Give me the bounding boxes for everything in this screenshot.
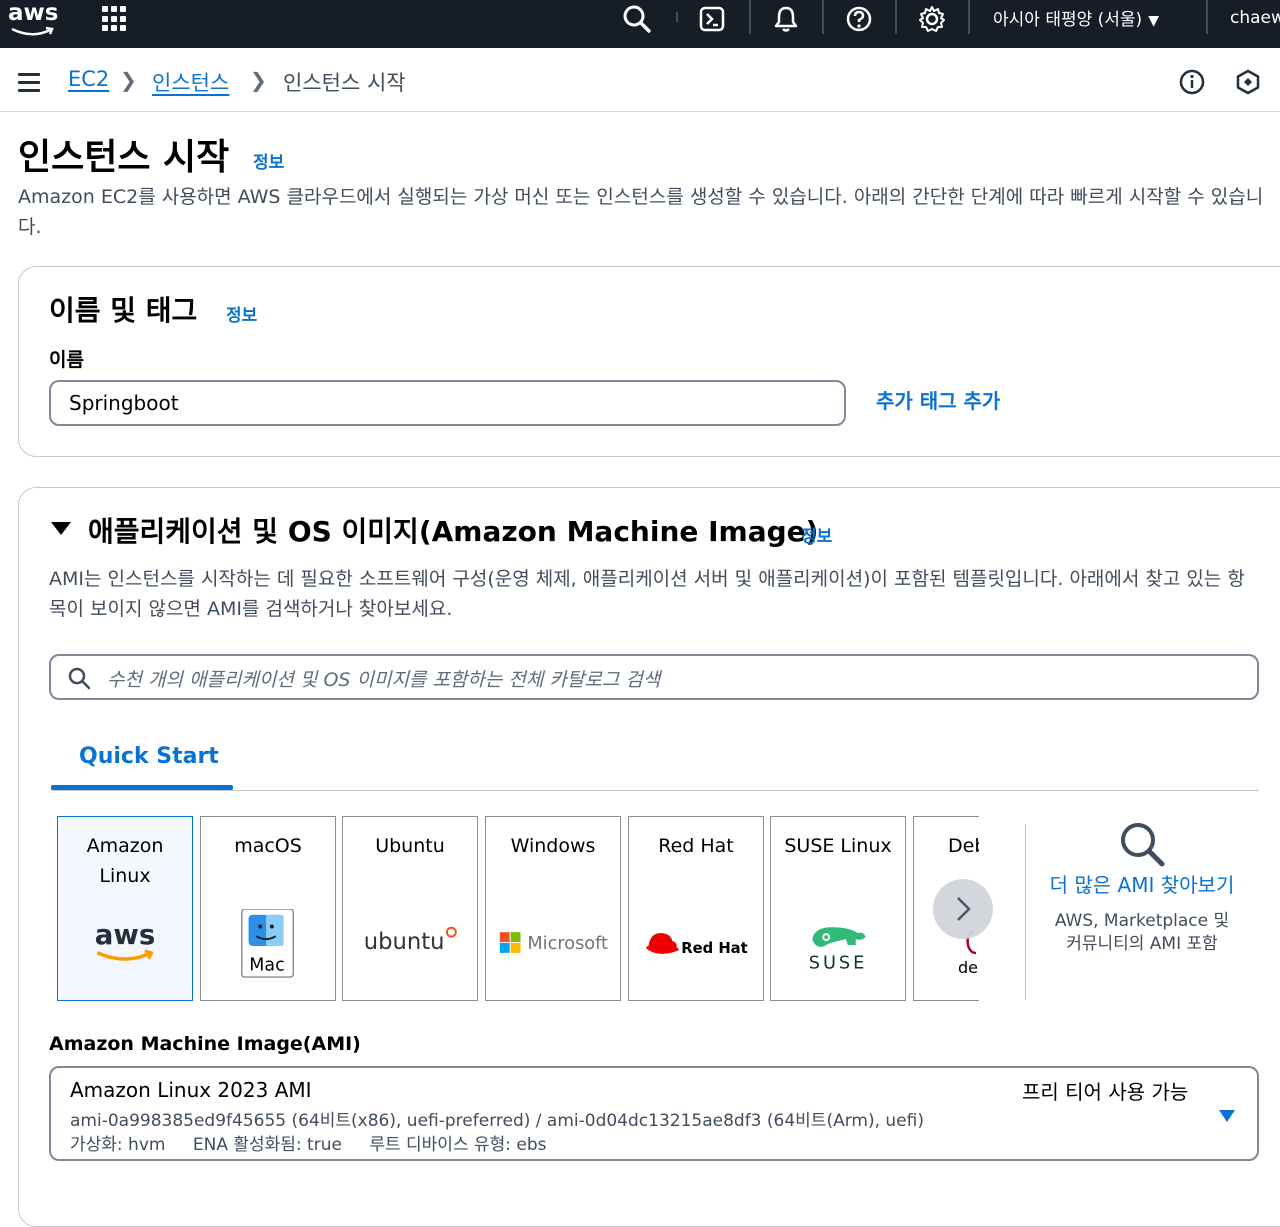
page-info-link[interactable]: 정보 [253, 148, 284, 173]
cloudshell-icon[interactable] [697, 4, 727, 34]
scroll-right-button[interactable] [933, 879, 993, 939]
chevron-right-icon [957, 897, 971, 921]
top-navigation-bar: aws 아시아 태평양 (서울) ▼ chaew [0, 0, 1280, 48]
ami-section-title: 애플리케이션 및 OS 이미지(Amazon Machine Image) [88, 515, 819, 548]
red-hat-logo-icon: Red Hat [645, 933, 748, 957]
apps-grid-icon[interactable] [102, 6, 128, 32]
name-tags-info-link[interactable]: 정보 [226, 301, 257, 326]
ami-root-device: 루트 디바이스 유형: ebs [369, 1135, 547, 1155]
breadcrumb-current: 인스턴스 시작 [283, 71, 406, 95]
tile-label: SUSE Linux [784, 835, 892, 857]
ami-tile-red-hat[interactable]: Red Hat Red Hat [628, 816, 764, 1001]
divider [1025, 824, 1026, 1000]
name-input-value: Springboot [69, 391, 179, 415]
ami-search-input[interactable]: 수천 개의 애플리케이션 및 OS 이미지를 포함하는 전체 카탈로그 검색 [49, 654, 1259, 700]
browse-more-amis-subtext: AWS, Marketplace 및 커뮤니티의 AMI 포함 [1054, 911, 1230, 954]
ami-tile-ubuntu[interactable]: Ubuntu ubuntu [342, 816, 478, 1001]
divider [895, 0, 897, 34]
tile-logo-text: aws [95, 918, 156, 951]
name-tags-title: 이름 및 태그 [49, 294, 198, 327]
tile-label: Ubuntu [375, 835, 445, 857]
ami-ena: ENA 활성화됨: true [192, 1135, 342, 1155]
search-icon[interactable] [622, 4, 652, 34]
tile-label: Deb [948, 835, 979, 857]
mac-finder-icon: Mac [241, 909, 295, 978]
caret-down-icon [1219, 1110, 1235, 1122]
tile-logo-text: deb [958, 958, 979, 977]
add-additional-tags-button[interactable]: 추가 태그 추가 [876, 385, 1000, 414]
ami-tile-macos[interactable]: macOS Mac [200, 816, 336, 1001]
help-icon[interactable] [844, 4, 874, 34]
tile-logo-text: SUSE [809, 954, 867, 974]
menu-icon[interactable] [18, 73, 40, 92]
name-and-tags-panel: 이름 및 태그 정보 이름 Springboot 추가 태그 추가 [18, 266, 1280, 457]
breadcrumb-instances[interactable]: 인스턴스 [152, 67, 229, 97]
tile-logo-text: ubuntu [364, 929, 445, 955]
ami-metadata: 가상화: hvm ENA 활성화됨: true 루트 디바이스 유형: ebs [70, 1130, 569, 1155]
search-placeholder: 수천 개의 애플리케이션 및 OS 이미지를 포함하는 전체 카탈로그 검색 [107, 669, 661, 691]
tile-logo-text: Microsoft [527, 934, 608, 954]
divider [822, 0, 824, 34]
tile-label: Amazon Linux [86, 835, 164, 887]
tile-logo-text: Mac [249, 955, 284, 975]
name-input[interactable]: Springboot [49, 380, 846, 426]
ami-field-label: Amazon Machine Image(AMI) [49, 1033, 361, 1055]
breadcrumb-bar: EC2 ❯ 인스턴스 ❯ 인스턴스 시작 [0, 49, 1280, 112]
ami-ids: ami-0a998385ed9f45655 (64비트(x86), uefi-p… [70, 1111, 924, 1131]
tile-label: Red Hat [658, 835, 734, 857]
aws-logo-text: aws [8, 0, 59, 26]
ami-tile-windows[interactable]: Windows Microsoft [485, 816, 621, 1001]
page-description: Amazon EC2를 사용하면 AWS 클라우드에서 실행되는 가상 머신 또… [18, 186, 1264, 238]
application-os-images-panel: 애플리케이션 및 OS 이미지(Amazon Machine Image) 정보… [18, 487, 1280, 1227]
tile-label: Windows [510, 835, 596, 857]
page-title: 인스턴스 시작 [18, 137, 230, 178]
name-label: 이름 [49, 349, 84, 371]
browse-more-amis[interactable]: 더 많은 AMI 찾아보기 AWS, Marketplace 및 커뮤니티의 A… [1049, 820, 1235, 956]
chevron-right-icon: ❯ [250, 68, 267, 92]
tab-divider [51, 790, 1259, 791]
ami-tile-amazon-linux[interactable]: Amazon Linux aws [57, 816, 193, 1001]
tile-logo-text: Red Hat [681, 940, 747, 957]
tab-quick-start[interactable]: Quick Start [51, 738, 233, 790]
divider [676, 12, 678, 22]
ami-virtualization: 가상화: hvm [70, 1135, 166, 1155]
caret-down-icon: ▼ [1148, 13, 1159, 29]
user-menu[interactable]: chaew [1230, 8, 1280, 28]
info-icon[interactable] [1179, 69, 1205, 95]
ami-info-link[interactable]: 정보 [801, 522, 832, 547]
ami-name: Amazon Linux 2023 AMI [70, 1078, 312, 1102]
chevron-right-icon: ❯ [120, 68, 137, 92]
settings-icon[interactable] [917, 4, 947, 34]
breadcrumb-ec2[interactable]: EC2 [68, 67, 109, 91]
divider [968, 0, 970, 34]
aws-logo-icon: aws [95, 918, 156, 961]
aws-logo[interactable]: aws [8, 0, 59, 38]
region-label: 아시아 태평양 (서울) [993, 10, 1143, 30]
magnifier-icon [1121, 823, 1165, 867]
tile-label: macOS [234, 835, 302, 857]
notifications-hex-icon[interactable] [1235, 69, 1261, 95]
aws-smile-icon [11, 26, 54, 36]
ubuntu-logo-icon: ubuntu [364, 926, 457, 955]
tab-quick-start-label: Quick Start [79, 744, 219, 769]
region-selector[interactable]: 아시아 태평양 (서울) ▼ [993, 5, 1159, 30]
divider [749, 0, 751, 34]
free-tier-badge: 프리 티어 사용 가능 [1022, 1080, 1189, 1104]
ami-description: AMI는 인스턴스를 시작하는 데 필요한 소프트웨어 구성(운영 체제, 애플… [49, 568, 1245, 620]
search-icon [68, 667, 91, 690]
ami-select-dropdown[interactable]: Amazon Linux 2023 AMI ami-0a998385ed9f45… [49, 1066, 1259, 1161]
bell-icon[interactable] [771, 4, 801, 34]
browse-more-amis-link[interactable]: 더 많은 AMI 찾아보기 [1049, 870, 1235, 900]
collapse-caret-icon[interactable] [51, 522, 71, 535]
divider [1206, 0, 1208, 34]
ami-tile-suse-linux[interactable]: SUSE Linux SUSE [770, 816, 906, 1001]
suse-logo-icon: SUSE [809, 927, 867, 974]
microsoft-logo-icon: Microsoft [499, 932, 608, 954]
